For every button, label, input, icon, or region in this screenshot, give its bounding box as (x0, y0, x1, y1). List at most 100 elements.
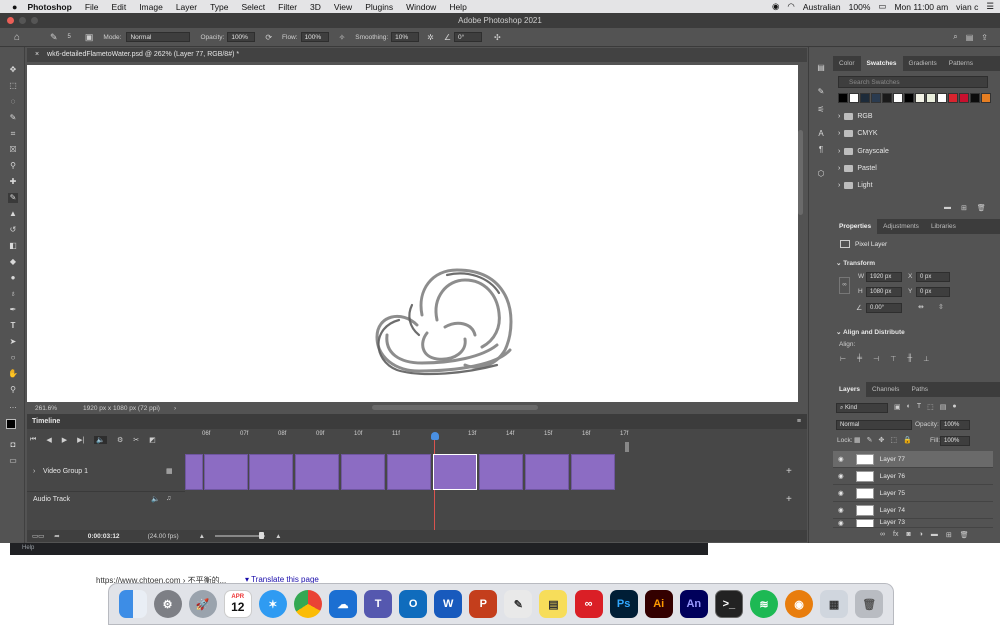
fx-icon[interactable]: fx (893, 531, 898, 539)
swatch-folder-cmyk[interactable]: › CMYK (838, 130, 878, 137)
split-icon[interactable]: ✂ (133, 436, 139, 444)
quick-select-tool-icon[interactable]: ✎ (8, 113, 18, 123)
search-icon[interactable]: ⌕ (953, 32, 957, 42)
filter-smart-icon[interactable]: ▤ (940, 403, 947, 411)
zoom-in-mountain-icon[interactable]: ▲ (275, 533, 281, 540)
system-preferences-icon[interactable]: ⚙ (153, 590, 182, 618)
onedrive-icon[interactable]: ☁ (329, 590, 357, 618)
playhead[interactable] (431, 432, 439, 440)
menu-3d[interactable]: 3D (310, 2, 321, 12)
video-clip[interactable] (295, 454, 339, 490)
healing-tool-icon[interactable]: ✚ (8, 177, 18, 187)
apple-icon[interactable]: ● (12, 2, 17, 12)
eraser-tool-icon[interactable]: ◧ (8, 241, 18, 251)
add-media-icon[interactable]: + (786, 466, 792, 477)
swatch-folder-grayscale[interactable]: › Grayscale (838, 148, 889, 155)
x-field[interactable]: 0 px (916, 272, 950, 282)
wifi-icon[interactable]: ◠ (787, 1, 794, 12)
visibility-eye-icon[interactable]: ◉ (838, 455, 844, 463)
zoom-window-button[interactable] (31, 17, 38, 24)
swatch[interactable] (948, 93, 958, 103)
add-audio-icon[interactable]: + (786, 494, 792, 505)
menu-layer[interactable]: Layer (176, 2, 197, 12)
dodge-tool-icon[interactable]: ♁ (8, 289, 18, 299)
path-select-icon[interactable]: ➤ (8, 337, 18, 347)
brush-size-label[interactable]: 5 (68, 34, 71, 40)
render-video-icon[interactable]: ➦ (54, 532, 59, 540)
zoom-tool-icon[interactable]: ⚲ (8, 385, 18, 395)
timeline-settings-icon[interactable]: ⚙ (117, 436, 123, 444)
music-note-icon[interactable]: ♫ (166, 495, 171, 502)
menu-help[interactable]: Help (449, 2, 466, 12)
share-icon[interactable]: ⇪ (981, 33, 988, 42)
play-icon[interactable]: ▶ (62, 436, 67, 444)
stamp-tool-icon[interactable]: ▲ (8, 209, 18, 219)
transform-section[interactable]: ⌄ Transform (836, 259, 875, 267)
prev-frame-icon[interactable]: ◀ (46, 436, 51, 444)
layer-row-selected[interactable]: ◉ Layer 77 (833, 451, 993, 468)
fill-field[interactable]: 100% (940, 436, 970, 446)
filter-adjustment-icon[interactable]: ◐ (907, 403, 911, 411)
align-middle-v-icon[interactable]: ╫ (907, 355, 912, 363)
lock-position-icon[interactable]: ✥ (879, 436, 885, 444)
video-clip[interactable] (249, 454, 293, 490)
menu-view[interactable]: View (334, 2, 352, 12)
visibility-eye-icon[interactable]: ◉ (838, 519, 844, 527)
flow-field[interactable]: 100% (300, 32, 329, 42)
menu-type[interactable]: Type (210, 2, 228, 12)
y-field[interactable]: 0 px (916, 287, 950, 297)
app-menu[interactable]: Photoshop (27, 2, 71, 12)
angle-field[interactable]: 0° (454, 32, 483, 42)
visibility-eye-icon[interactable]: ◉ (838, 489, 844, 497)
minimize-window-button[interactable] (19, 17, 26, 24)
blur-tool-icon[interactable]: ● (8, 273, 18, 283)
swatch-folder-rgb[interactable]: › RGB (838, 113, 873, 120)
preview-icon[interactable]: ▦ (820, 590, 849, 618)
convert-frame-animation-icon[interactable]: ▭▭ (32, 532, 44, 540)
smoothing-field[interactable]: 10% (391, 32, 420, 42)
align-top-icon[interactable]: ⊤ (890, 355, 896, 363)
smoothing-settings-icon[interactable]: ✲ (427, 33, 434, 42)
canvas[interactable] (27, 65, 798, 403)
video-clip[interactable] (479, 454, 523, 490)
tab-properties[interactable]: Properties (833, 219, 878, 234)
textedit-icon[interactable]: ✎ (504, 590, 533, 618)
teams-icon[interactable]: T (364, 590, 393, 618)
timeline-zoom-slider[interactable] (215, 532, 266, 539)
video-clip[interactable] (525, 454, 569, 490)
swatch[interactable] (959, 93, 969, 103)
document-tab[interactable]: × wk6-detailedFlametoWater.psd @ 262% (L… (27, 48, 807, 62)
new-fill-layer-icon[interactable]: ◑ (919, 531, 923, 539)
spotify-icon[interactable]: ≋ (749, 590, 778, 618)
visibility-eye-icon[interactable]: ◉ (838, 472, 844, 480)
align-center-h-icon[interactable]: ╪ (857, 355, 862, 363)
swatch[interactable] (904, 93, 914, 103)
shape-tool-icon[interactable]: ○ (8, 353, 18, 363)
user-name[interactable]: vian c (956, 2, 978, 12)
layer-row[interactable]: ◉ Layer 73 (833, 519, 993, 528)
symmetry-icon[interactable]: ✣ (494, 33, 501, 42)
delete-layer-icon[interactable]: 🗑 (960, 531, 969, 539)
swatch[interactable] (860, 93, 870, 103)
swatch-folder-light[interactable]: › Light (838, 182, 873, 189)
layer-name[interactable]: Layer 77 (880, 456, 905, 463)
outlook-icon[interactable]: O (399, 590, 428, 618)
mute-audio-icon[interactable]: 🔈 (151, 495, 160, 503)
photoshop-dock-icon[interactable]: Ps (609, 590, 638, 618)
layer-row[interactable]: ◉ Layer 75 (833, 485, 993, 502)
layer-name[interactable]: Layer 73 (880, 519, 905, 526)
home-icon[interactable]: ⌂ (14, 32, 30, 43)
screen-mode-icon[interactable]: ▭ (8, 456, 18, 466)
layer-row[interactable]: ◉ Layer 74 (833, 502, 993, 519)
tab-libraries[interactable]: Libraries (925, 219, 962, 234)
align-left-icon[interactable]: ⊢ (840, 355, 846, 363)
flip-horizontal-icon[interactable]: ⇹ (918, 303, 924, 311)
powerpoint-icon[interactable]: P (469, 590, 498, 618)
next-frame-icon[interactable]: ▶| (77, 436, 84, 444)
zoom-level[interactable]: 261.6% (35, 405, 73, 412)
link-layers-icon[interactable]: ∞ (880, 531, 885, 539)
finder-icon[interactable] (118, 590, 147, 618)
new-group-icon[interactable]: ▬ (944, 204, 951, 212)
transition-icon[interactable]: ◩ (149, 436, 156, 444)
add-mask-icon[interactable]: ◙ (906, 531, 910, 539)
